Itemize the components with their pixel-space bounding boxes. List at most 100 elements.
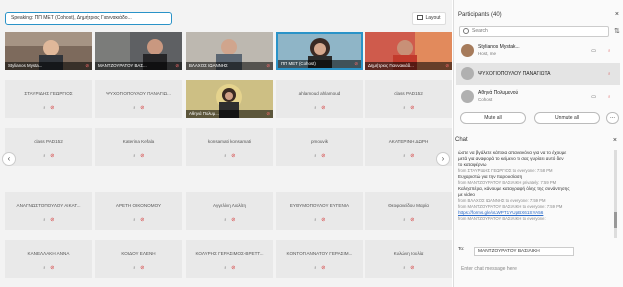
layout-icon [417,15,424,20]
mic-muted-icon[interactable]: ♁ [607,48,611,54]
participant-name: ΒΛΑΧΟΣ ΙΩΑΝΝΗΣ [189,63,228,68]
camera-off-icon: ⊘ [266,63,270,68]
participant-name: Stylianos Mysta... [8,63,43,68]
search-placeholder: Search [472,28,488,34]
video-tile[interactable]: Αθηνά Πολυμ... ⊘ [186,80,273,118]
video-tile-active-speaker[interactable]: ΠΠ ΜΕΤ (Cohost) ⊘ [276,32,363,70]
close-icon[interactable]: × [615,8,619,22]
participant-name: ΣΤΑΥΡΙΔΗΣ ΓΕΩΡΓΙΟΣ [24,91,73,96]
video-tile[interactable]: ΜΑΝΤΖΟΥΡΑΤΟΥ ΒΑΣ... ⊘ [95,32,182,70]
camera-off-icon: ⊘ [175,63,179,68]
participant-row[interactable]: Αθηνά Πολυμενού Cohost ▭ ♁ [456,86,620,108]
camera-off-icon: ⊘ [410,265,415,271]
camera-off-icon: ⊘ [410,153,415,159]
camera-off-icon: ⊘ [410,217,415,223]
mic-muted-icon[interactable]: ♁ [607,71,611,77]
recipient-select[interactable]: ΜΑΝΤΖΟΥΡΑΤΟΥ ΒΑΣΙΛΙΚΗ [474,247,574,256]
camera-off-icon: ⊘ [321,153,326,159]
participant-row[interactable]: Stylianos Mystak... Host, me ▭ ♁ [456,40,620,62]
camera-off-icon: ⊘ [140,217,145,223]
participant-tile[interactable]: konsamati konsamati ♁ ⊘ [186,128,273,166]
tile-controls: ♁ ⊘ [5,217,92,223]
participant-name: ΑΝΑΓΝΩΣΤΟΠΟΥΛΟΥ ΑΙΚΑΤ... [16,203,81,208]
tile-controls: ♁ ⊘ [5,153,92,159]
participant-tile[interactable]: Αγγελίνη Λιολίτη ♁ ⊘ [186,192,273,230]
camera-icon: ▭ [591,48,596,54]
chevron-right-icon[interactable]: › [436,152,450,166]
participant-name: ΑΡΕΤΗ ΟΙΚΟΝΟΜΟΥ [115,203,162,208]
mic-icon: ♁ [42,265,47,271]
participant-name: konsamati konsamati [207,139,252,144]
avatar [461,90,474,103]
participant-tile[interactable]: ΕΥΘΥΜΟΠΟΥΛΟΥ ΕΥΓΕΝΙΑ ♁ ⊘ [276,192,363,230]
camera-off-icon: ⊘ [85,63,89,68]
tile-name-bar: ΒΛΑΧΟΣ ΙΩΑΝΝΗΣ ⊘ [186,62,273,70]
participant-tile[interactable]: ΨΥΧΟΓΙΟΠΟΥΛΟΥ ΠΑΝΑΓΙΩ... ♁ ⊘ [95,80,182,118]
participant-tile[interactable]: ΚΑΝΕΛΛΑΚΗ ΑΝΝΑ ♁ ⊘ [5,240,92,278]
video-tile[interactable]: ΒΛΑΧΟΣ ΙΩΑΝΝΗΣ ⊘ [186,32,273,70]
camera-off-icon: ⊘ [231,217,236,223]
camera-off-icon: ⊘ [50,153,55,159]
sort-icon[interactable]: ⇅ [614,27,620,35]
video-tile[interactable]: Δημήτριος Γιαννακιάδ... ⊘ [365,32,452,70]
tile-name-bar: Δημήτριος Γιαννακιάδ... ⊘ [365,62,452,70]
tile-controls: ♁ ⊘ [186,265,273,271]
layout-button[interactable]: Layout [412,12,446,25]
chat-input[interactable]: Enter chat message here [458,262,618,276]
chat-scrollbar[interactable] [614,150,617,238]
camera-off-icon: ⊘ [50,105,55,111]
participant-name: pmouvik [310,139,329,144]
chat-messages: ώστε να βγάλετε κάποια απανεικόνα για να… [458,150,610,238]
mic-icon: ♁ [223,217,228,223]
tile-controls: ♁ ⊘ [276,217,363,223]
chat-meta: from ΜΑΝΤΖΟΥΡΑΤΟΥ ΒΑΣΙΛΙΚΗ to everyone: [458,216,546,221]
camera-off-icon: ⊘ [266,111,270,116]
participant-tile[interactable]: ΣΤΑΥΡΙΔΗΣ ΓΕΩΡΓΙΟΣ ♁ ⊘ [5,80,92,118]
mic-icon: ♁ [402,105,407,111]
camera-off-icon: ⊘ [140,265,145,271]
tile-controls: ♁ ⊘ [276,265,363,271]
camera-icon: ▭ [591,94,596,100]
tile-controls: ♁ ⊘ [5,105,92,111]
more-options-button[interactable]: ... [606,112,619,124]
participant-name: class PAD152 [34,139,63,144]
mute-all-button[interactable]: Mute all [460,112,526,124]
participant-tile[interactable]: class PAD152 ♁ ⊘ [365,80,452,118]
tile-controls: ♁ ⊘ [365,265,452,271]
tile-controls: ♁ ⊘ [5,265,92,271]
unmute-all-button[interactable]: Unmute all [534,112,600,124]
participant-row-selected[interactable]: ΨΥΧΟΓΙΟΠΟΥΛΟΥ ΠΑΝΑΓΙΩΤΑ ♁ [456,63,620,85]
chevron-left-icon[interactable]: ‹ [2,152,16,166]
camera-off-icon: ⊘ [140,153,145,159]
participant-name: Θεοφανείδου Μαρία [388,203,429,208]
participant-name: ΠΠ ΜΕΤ (Cohost) [281,61,316,66]
video-tile[interactable]: Stylianos Mysta... ⊘ [5,32,92,70]
participant-tile[interactable]: ΚΟΙΔΟΥ ΕΛΕΝΗ ♁ ⊘ [95,240,182,278]
mic-muted-icon[interactable]: ♁ [607,94,611,100]
participant-role: Host, me [478,51,497,56]
participant-tile[interactable]: ΑΝΑΓΝΩΣΤΟΠΟΥΛΟΥ ΑΙΚΑΤ... ♁ ⊘ [5,192,92,230]
participant-name: Δημήτριος Γιαννακιάδ... [368,63,414,68]
participant-name: ΚΟΝΤΟΓΙΑΝΝΑΤΟΥ ΓΕΡΑΣΙΜ... [286,251,353,256]
participant-tile[interactable]: class PAD152 ♁ ⊘ [5,128,92,166]
participant-tile[interactable]: ΚΟΝΤΟΓΙΑΝΝΑΤΟΥ ΓΕΡΑΣΙΜ... ♁ ⊘ [276,240,363,278]
search-input[interactable]: Search [459,26,609,37]
participant-tile[interactable]: ΑΡΕΤΗ ΟΙΚΟΝΟΜΟΥ ♁ ⊘ [95,192,182,230]
mic-icon: ♁ [313,153,318,159]
tile-controls: ♁ ⊘ [95,105,182,111]
tile-controls: ♁ ⊘ [365,217,452,223]
close-icon[interactable]: × [613,137,617,144]
tile-name-bar: Αθηνά Πολυμ... ⊘ [186,110,273,118]
participant-tile[interactable]: ahlamoud ahlamoud ♁ ⊘ [276,80,363,118]
participant-tile[interactable]: pmouvik ♁ ⊘ [276,128,363,166]
participant-name: ahlamoud ahlamoud [298,91,341,96]
participant-tile[interactable]: Θεοφανείδου Μαρία ♁ ⊘ [365,192,452,230]
mic-icon: ♁ [42,105,47,111]
participant-tile[interactable]: ΚΟΛΥΡΗΣ ΓΕΡΑΣΙΜΟΣ-ΒΡΕΤΤ... ♁ ⊘ [186,240,273,278]
mic-icon: ♁ [313,217,318,223]
mic-icon: ♁ [223,265,228,271]
scrollbar-thumb[interactable] [614,212,617,228]
video-grid: Speaking: ΠΠ ΜΕΤ (Cohost), Δημήτριος Για… [0,0,452,287]
participant-tile[interactable]: Katerina Kefala ♁ ⊘ [95,128,182,166]
participant-tile[interactable]: Κυλώνη Ιουλία ♁ ⊘ [365,240,452,278]
